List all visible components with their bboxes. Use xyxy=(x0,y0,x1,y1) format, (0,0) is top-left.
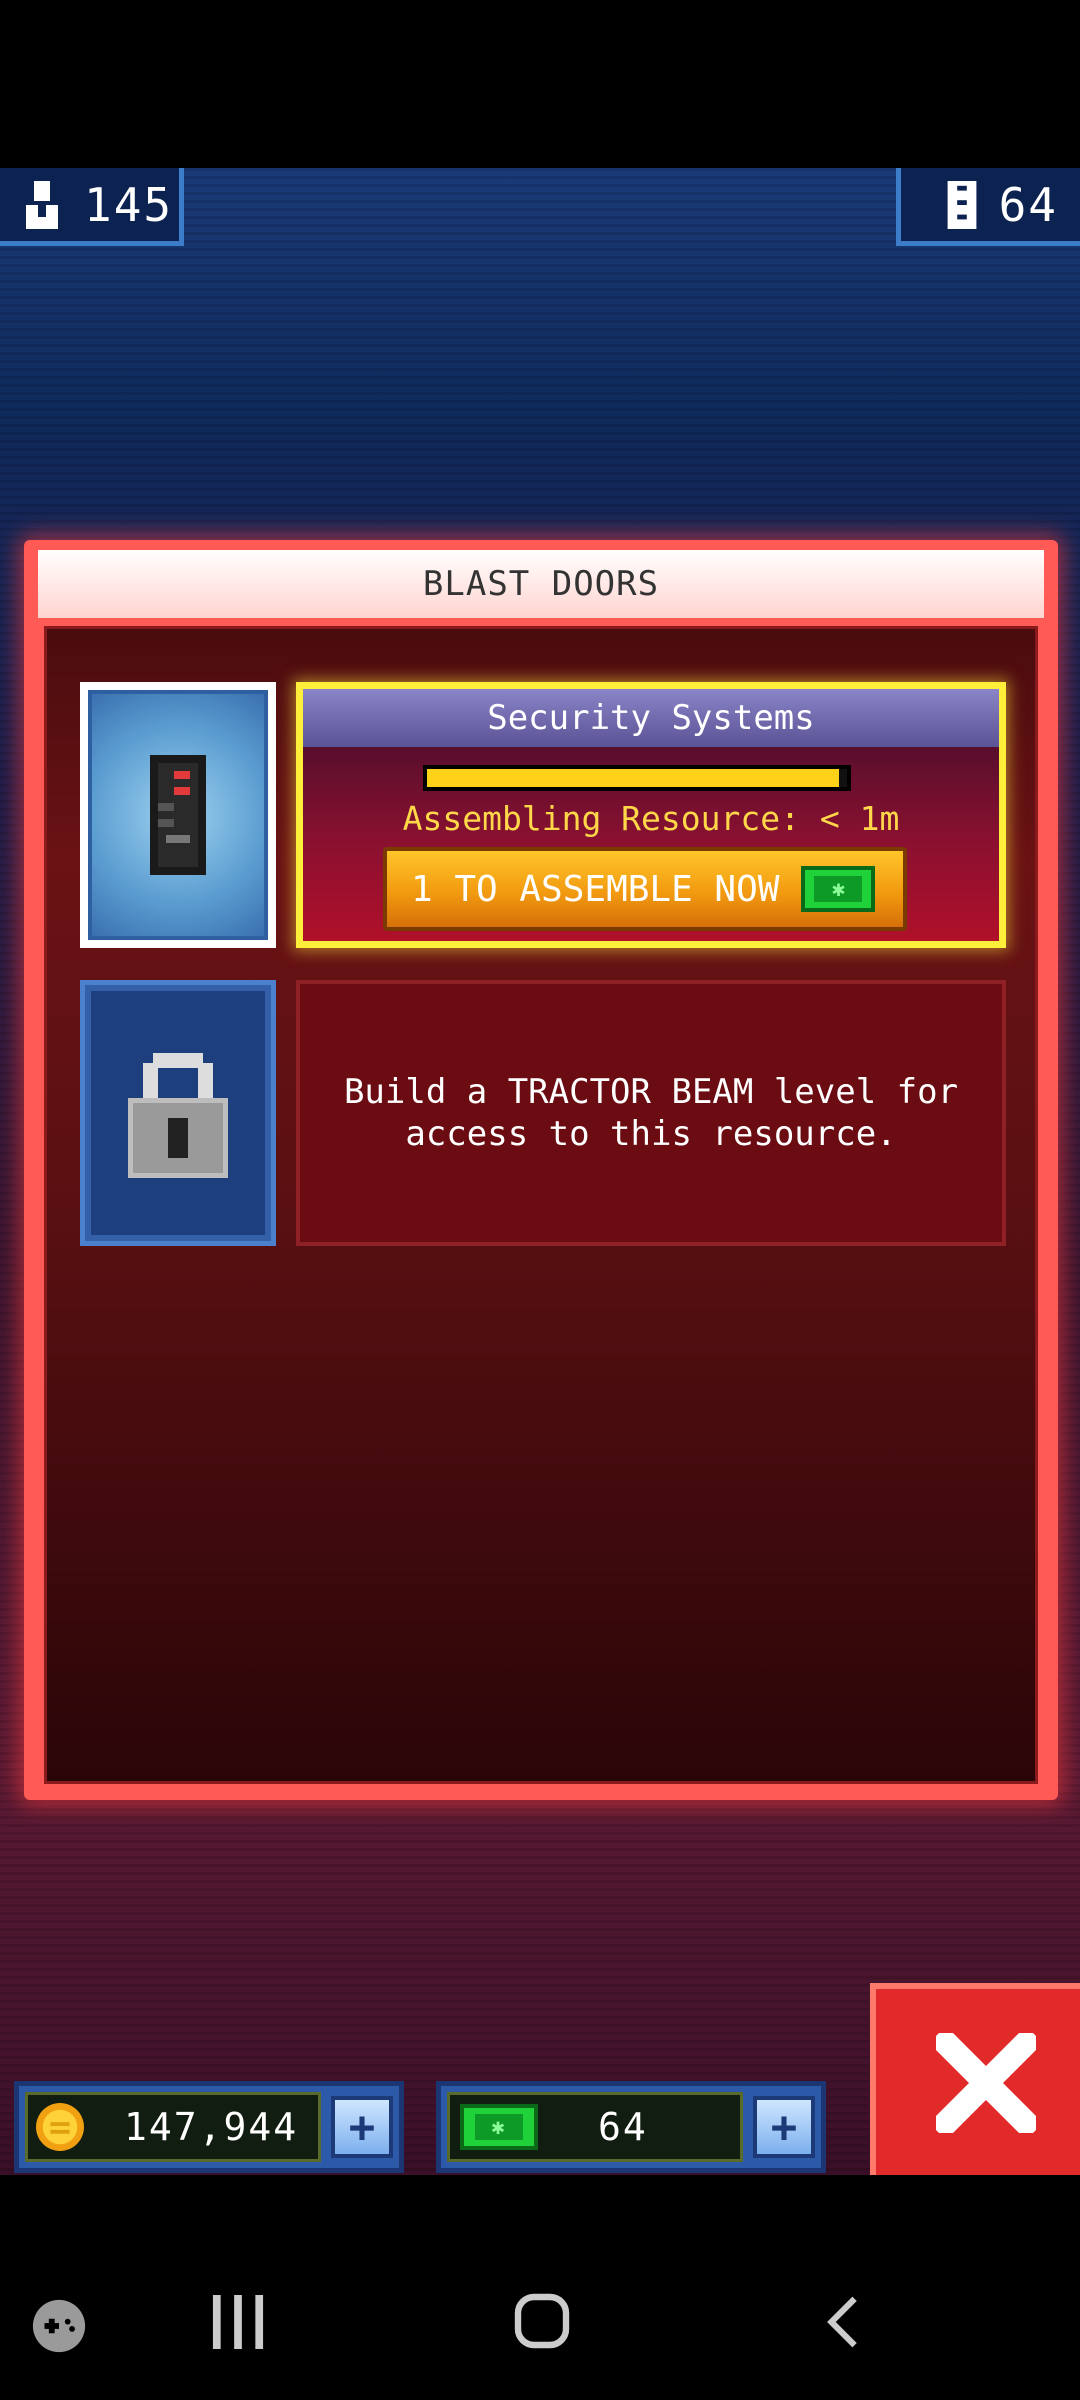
close-button[interactable] xyxy=(870,1983,1080,2175)
panel-title: BLAST DOORS xyxy=(38,550,1044,618)
padlock-icon xyxy=(128,1053,228,1178)
resource-name: Security Systems xyxy=(303,689,999,747)
bux-icon: ✱ xyxy=(460,2104,538,2150)
locked-message: Build a TRACTOR BEAM level for access to… xyxy=(343,1072,959,1154)
plus-icon: + xyxy=(348,2101,376,2153)
recent-apps-icon[interactable] xyxy=(212,2295,264,2349)
add-coins-button[interactable]: + xyxy=(331,2096,393,2158)
resource-tile-security[interactable] xyxy=(80,682,276,948)
coins-display: 147,944 xyxy=(25,2092,321,2162)
bux-icon: ✱ xyxy=(801,866,876,912)
home-icon[interactable] xyxy=(514,2293,570,2349)
rooms-icon xyxy=(947,180,977,229)
back-icon[interactable] xyxy=(826,2295,860,2349)
assembly-status: Assembling Resource: < 1m xyxy=(402,799,900,838)
close-icon xyxy=(936,2033,1036,2133)
bux-box: ✱ 64 + xyxy=(436,2081,826,2173)
crew-counter: 145 xyxy=(0,168,184,246)
coins-box: 147,944 + xyxy=(14,2081,404,2173)
resource-tile-locked xyxy=(80,980,276,1246)
plus-icon: + xyxy=(770,2101,798,2153)
assemble-now-label: 1 TO ASSEMBLE NOW xyxy=(411,868,780,910)
locked-resource-card: Build a TRACTOR BEAM level for access to… xyxy=(296,980,1006,1246)
bux-display: ✱ 64 xyxy=(447,2092,743,2162)
coins-value: 147,944 xyxy=(124,2105,299,2149)
assembly-progress-fill xyxy=(427,769,839,787)
bux-value: 64 xyxy=(598,2105,648,2149)
game-launcher-icon[interactable] xyxy=(30,2297,88,2355)
crew-icon xyxy=(26,180,58,229)
assembly-progress-bar xyxy=(423,765,851,791)
add-bux-button[interactable]: + xyxy=(753,2096,815,2158)
assemble-now-button[interactable]: 1 TO ASSEMBLE NOW ✱ xyxy=(383,847,907,931)
rooms-counter: 64 xyxy=(896,168,1080,246)
system-nav-bar xyxy=(0,2175,1080,2400)
blast-doors-panel: BLAST DOORS Security Systems Assembling … xyxy=(24,540,1058,1800)
rooms-count: 64 xyxy=(998,177,1058,232)
resource-card-security: Security Systems Assembling Resource: < … xyxy=(296,682,1006,948)
crew-count: 145 xyxy=(84,177,174,232)
bottom-resource-bar: 147,944 + ✱ 64 + xyxy=(0,1983,1080,2175)
game-screen: 145 64 BLAST DOORS Security Systems Asse… xyxy=(0,168,1080,2175)
security-system-icon xyxy=(150,755,206,875)
coin-icon xyxy=(36,2103,84,2151)
